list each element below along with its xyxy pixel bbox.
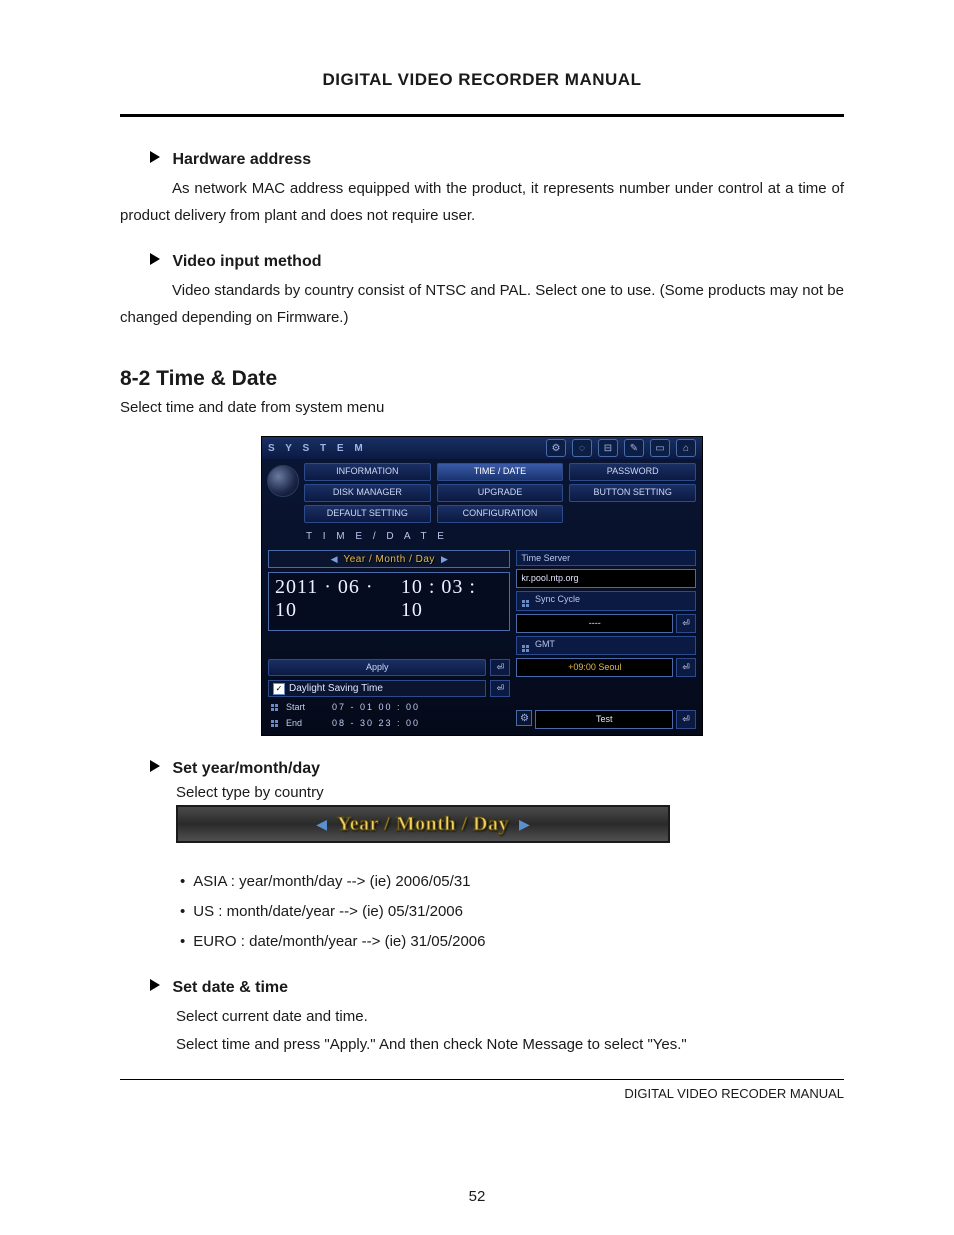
- heading-text: Set year/month/day: [172, 760, 320, 777]
- test-button[interactable]: Test: [535, 710, 673, 729]
- arrow-right-icon[interactable]: ▶: [519, 816, 530, 833]
- ymd-format-list: ASIA : year/month/day --> (ie) 2006/05/3…: [180, 867, 844, 957]
- pencil-icon[interactable]: ✎: [624, 439, 644, 457]
- para-set-dt-2: Select time and press "Apply." And then …: [176, 1031, 844, 1059]
- triangle-bullet-icon: [150, 253, 160, 265]
- tab-information[interactable]: INFORMATION: [304, 463, 431, 481]
- dst-end-label: End: [286, 718, 326, 728]
- monitor-icon[interactable]: ▭: [650, 439, 670, 457]
- dvr-tab-grid: INFORMATION TIME / DATE PASSWORD DISK MA…: [304, 459, 702, 528]
- time-value[interactable]: 10 : 03 : 10: [401, 576, 504, 622]
- time-server-value[interactable]: kr.pool.ntp.org: [516, 569, 696, 588]
- dst-toggle-row[interactable]: ✓ Daylight Saving Time: [268, 680, 486, 697]
- disc-icon[interactable]: ◌: [572, 439, 592, 457]
- tab-configuration[interactable]: CONFIGURATION: [437, 505, 564, 523]
- dst-label: Daylight Saving Time: [289, 683, 383, 694]
- dst-checkbox[interactable]: ✓: [273, 683, 285, 695]
- heading-set-ymd: Set year/month/day: [150, 760, 844, 778]
- tab-password[interactable]: PASSWORD: [569, 463, 696, 481]
- arrow-left-icon[interactable]: ◀: [331, 554, 338, 565]
- para-set-ymd: Select type by country: [176, 784, 844, 801]
- dst-start-row[interactable]: Start 07 - 01 00 : 00: [268, 701, 510, 713]
- ymd-format-bar-label: Year / Month / Day: [337, 813, 509, 836]
- dvr-dial-area: [262, 459, 304, 528]
- heading-text: Video input method: [172, 253, 321, 270]
- section-sub-time-date: Select time and date from system menu: [120, 399, 844, 416]
- heading-text: Hardware address: [172, 151, 311, 168]
- lock-icon[interactable]: ⌂: [676, 439, 696, 457]
- dvr-section-label: T I M E / D A T E: [262, 528, 702, 544]
- gmt-heading: GMT: [516, 636, 696, 656]
- date-value[interactable]: 2011 · 06 · 10: [275, 576, 401, 622]
- heading-set-dt: Set date & time: [150, 979, 844, 997]
- dvr-title: S Y S T E M: [268, 443, 367, 454]
- dst-end-values[interactable]: 08 - 30 23 : 00: [332, 718, 420, 728]
- apply-button[interactable]: Apply: [268, 659, 486, 676]
- apply-enter-icon[interactable]: ⏎: [490, 659, 510, 676]
- gmt-label: GMT: [535, 639, 555, 649]
- gear-icon[interactable]: ⚙: [546, 439, 566, 457]
- para-text: Video standards by country consist of NT…: [120, 282, 844, 326]
- dst-end-row[interactable]: End 08 - 30 23 : 00: [268, 717, 510, 729]
- list-item: EURO : date/month/year --> (ie) 31/05/20…: [180, 927, 844, 957]
- para-video-input: Video standards by country consist of NT…: [120, 277, 844, 331]
- sync-cycle-value[interactable]: ----: [516, 614, 673, 633]
- page-number: 52: [0, 1188, 954, 1205]
- heading-hardware-address: Hardware address: [150, 151, 844, 169]
- triangle-bullet-icon: [150, 760, 160, 772]
- para-hardware-address: As network MAC address equipped with the…: [120, 175, 844, 229]
- time-server-heading: Time Server: [516, 550, 696, 566]
- dvr-titlebar-icons: ⚙ ◌ ⊟ ✎ ▭ ⌂: [546, 439, 696, 457]
- tab-default-setting[interactable]: DEFAULT SETTING: [304, 505, 431, 523]
- ymd-format-selector[interactable]: ◀ Year / Month / Day ▶: [268, 550, 510, 568]
- grid-icon: [521, 600, 529, 608]
- list-item: ASIA : year/month/day --> (ie) 2006/05/3…: [180, 867, 844, 897]
- tab-button-setting[interactable]: BUTTON SETTING: [569, 484, 696, 502]
- test-enter-icon[interactable]: ⏎: [676, 710, 696, 729]
- ymd-format-bar-large[interactable]: ◀ Year / Month / Day ▶: [176, 805, 670, 843]
- switch-icon[interactable]: ⊟: [598, 439, 618, 457]
- arrow-right-icon[interactable]: ▶: [441, 554, 448, 565]
- heading-video-input: Video input method: [150, 253, 844, 271]
- datetime-display[interactable]: 2011 · 06 · 10 10 : 03 : 10: [268, 572, 510, 631]
- dst-enter-icon[interactable]: ⏎: [490, 680, 510, 697]
- dvr-screenshot: S Y S T E M ⚙ ◌ ⊟ ✎ ▭ ⌂ INFORMATION TIME…: [261, 436, 703, 736]
- sync-cycle-label: Sync Cycle: [535, 594, 580, 604]
- sync-cycle-heading: Sync Cycle: [516, 591, 696, 611]
- footer-text: DIGITAL VIDEO RECODER MANUAL: [120, 1080, 844, 1101]
- heading-text: Set date & time: [172, 979, 288, 996]
- section-title-time-date: 8-2 Time & Date: [120, 367, 844, 391]
- para-set-dt-1: Select current date and time.: [176, 1003, 844, 1031]
- list-item: US : month/date/year --> (ie) 05/31/2006: [180, 897, 844, 927]
- grid-icon: [521, 644, 529, 652]
- dst-start-values[interactable]: 07 - 01 00 : 00: [332, 702, 420, 712]
- gmt-enter-icon[interactable]: ⏎: [676, 658, 696, 677]
- tab-upgrade[interactable]: UPGRADE: [437, 484, 564, 502]
- ymd-format-label: Year / Month / Day: [343, 554, 434, 565]
- tab-empty: [569, 505, 696, 523]
- sync-enter-icon[interactable]: ⏎: [676, 614, 696, 633]
- dst-start-label: Start: [286, 702, 326, 712]
- gmt-value[interactable]: +09:00 Seoul: [516, 658, 673, 677]
- tab-disk-manager[interactable]: DISK MANAGER: [304, 484, 431, 502]
- grid-icon: [270, 719, 278, 727]
- tab-time-date[interactable]: TIME / DATE: [437, 463, 564, 481]
- grid-icon: [270, 703, 278, 711]
- triangle-bullet-icon: [150, 979, 160, 991]
- doc-header-title: DIGITAL VIDEO RECORDER MANUAL: [120, 70, 844, 117]
- para-text: As network MAC address equipped with the…: [120, 180, 844, 224]
- triangle-bullet-icon: [150, 151, 160, 163]
- arrow-left-icon[interactable]: ◀: [316, 816, 327, 833]
- test-gear-icon[interactable]: ⚙: [516, 710, 532, 726]
- dvr-titlebar: S Y S T E M ⚙ ◌ ⊟ ✎ ▭ ⌂: [262, 437, 702, 459]
- jog-dial-icon[interactable]: [267, 465, 299, 497]
